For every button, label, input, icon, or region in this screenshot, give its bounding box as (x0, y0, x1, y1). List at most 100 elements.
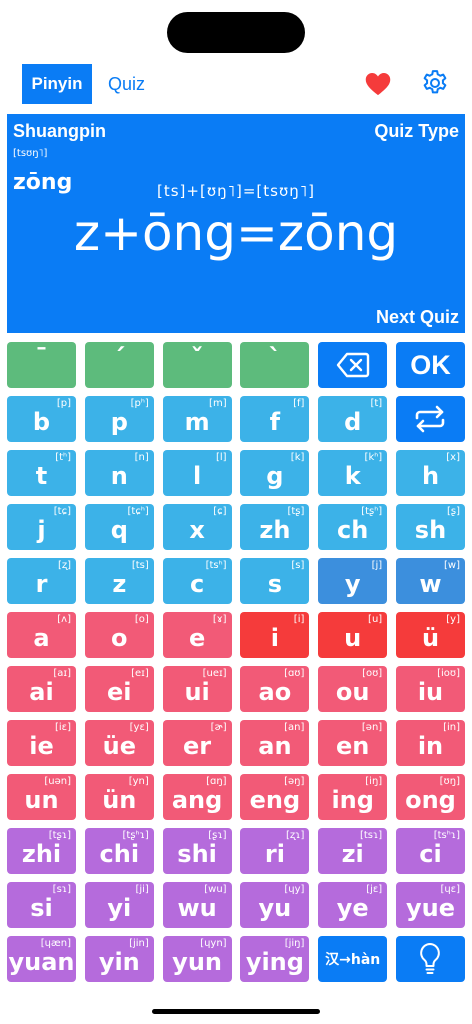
key-l[interactable]: l [l] (162, 450, 232, 496)
key-en[interactable]: en [ən] (318, 720, 388, 766)
key-zhi[interactable]: zhi [tʂɿ] (7, 828, 76, 874)
key-iu[interactable]: iu [ioʊ] (395, 666, 465, 712)
key-ve[interactable]: üe [yɛ] (84, 720, 154, 766)
key-ai[interactable]: ai [aɪ] (7, 666, 76, 712)
key-label: yue (405, 894, 455, 922)
key-p[interactable]: p [pʰ] (84, 396, 154, 442)
key-label: ong (405, 786, 456, 814)
key-label: yu (258, 894, 292, 922)
key-zi[interactable]: zi [tsɿ] (318, 828, 388, 874)
key-ipa: [in] (443, 722, 460, 733)
key-wu[interactable]: wu [wu] (162, 882, 232, 928)
ok-button[interactable]: OK (395, 342, 465, 388)
heart-icon[interactable] (364, 70, 392, 98)
key-an[interactable]: an [an] (240, 720, 310, 766)
hanzi-convert-button[interactable]: 汉→hàn (318, 936, 388, 982)
key-ipa: [ɚ] (210, 722, 227, 733)
key-a[interactable]: a [ʌ] (7, 612, 76, 658)
key-c[interactable]: c [tsʰ] (162, 558, 232, 604)
key-tone-2[interactable]: ˊ (84, 342, 154, 388)
key-q[interactable]: q [tɕʰ] (84, 504, 154, 550)
key-tone-4[interactable]: ˋ (240, 342, 310, 388)
key-ri[interactable]: ri [ʐɿ] (240, 828, 310, 874)
key-r[interactable]: r [ʐ] (7, 558, 76, 604)
key-zh[interactable]: zh [tʂ] (240, 504, 310, 550)
key-d[interactable]: d [t] (318, 396, 388, 442)
key-ou[interactable]: ou [oʊ] (318, 666, 388, 712)
key-ao[interactable]: ao [ɑʊ] (240, 666, 310, 712)
key-label: g (266, 462, 284, 490)
key-in[interactable]: in [in] (395, 720, 465, 766)
tab-quiz[interactable]: Quiz (108, 64, 168, 104)
key-label: ri (264, 840, 285, 868)
key-ui[interactable]: ui [ueɪ] (162, 666, 232, 712)
key-y[interactable]: y [j] (318, 558, 388, 604)
key-x[interactable]: x [ɕ] (162, 504, 232, 550)
keyboard-row: ai [aɪ] ei [eɪ] ui [ueɪ] ao [ɑʊ] ou [oʊ] iu [ioʊ] (7, 666, 465, 712)
key-yun[interactable]: yun [ɥyn] (162, 936, 232, 982)
key-ie[interactable]: ie [iɛ] (7, 720, 76, 766)
key-eng[interactable]: eng [əŋ] (240, 774, 310, 820)
key-e[interactable]: e [ɤ] (162, 612, 232, 658)
key-yuan[interactable]: yuan [ɥæn] (7, 936, 76, 982)
key-ing[interactable]: ing [iŋ] (318, 774, 388, 820)
mode-label[interactable]: Shuangpin (13, 121, 106, 142)
backspace-button[interactable] (318, 342, 388, 388)
key-j[interactable]: j [tɕ] (7, 504, 76, 550)
key-h[interactable]: h [x] (395, 450, 465, 496)
key-un[interactable]: un [uən] (7, 774, 76, 820)
key-er[interactable]: er [ɚ] (162, 720, 232, 766)
key-si[interactable]: si [sɿ] (7, 882, 76, 928)
key-label: h (421, 462, 440, 490)
key-ying[interactable]: ying [jiŋ] (240, 936, 310, 982)
key-yue[interactable]: yue [ɥɛ] (395, 882, 465, 928)
key-sh[interactable]: sh [ʂ] (395, 504, 465, 550)
key-m[interactable]: m [m] (162, 396, 232, 442)
key-ipa: [ɤ] (212, 614, 227, 625)
key-v[interactable]: ü [y] (395, 612, 465, 658)
key-vn[interactable]: ün [yn] (84, 774, 154, 820)
key-label: ing (331, 786, 374, 814)
key-ipa: [tʂɿ] (48, 830, 71, 841)
swap-button[interactable] (395, 396, 465, 442)
key-ipa: [ioʊ] (437, 668, 460, 679)
gear-icon[interactable] (420, 68, 450, 98)
next-quiz-button[interactable]: Next Quiz (376, 307, 459, 328)
key-s[interactable]: s [s] (240, 558, 310, 604)
key-yin[interactable]: yin [jin] (84, 936, 154, 982)
key-o[interactable]: o [o] (84, 612, 154, 658)
key-ch[interactable]: ch [tʂʰ] (318, 504, 388, 550)
key-tone-3[interactable]: ˇ (162, 342, 232, 388)
key-shi[interactable]: shi [ʂɿ] (162, 828, 232, 874)
quiz-type-button[interactable]: Quiz Type (374, 121, 459, 142)
key-label: ˇ (190, 344, 204, 374)
key-label: chi (99, 840, 140, 868)
key-yi[interactable]: yi [ji] (84, 882, 154, 928)
key-u[interactable]: u [u] (318, 612, 388, 658)
key-ipa: [sɿ] (52, 884, 71, 895)
key-n[interactable]: n [n] (84, 450, 154, 496)
hint-button[interactable] (395, 936, 465, 982)
key-i[interactable]: i [i] (240, 612, 310, 658)
key-t[interactable]: t [tʰ] (7, 450, 76, 496)
key-b[interactable]: b [p] (7, 396, 76, 442)
key-ci[interactable]: ci [tsʰɿ] (395, 828, 465, 874)
quiz-display-panel: Shuangpin [tsʊŋ˥] zōng Quiz Type [ts]+[ʊ… (7, 114, 465, 333)
key-label: ˊ (112, 344, 126, 374)
key-ang[interactable]: ang [ɑŋ] (162, 774, 232, 820)
key-ei[interactable]: ei [eɪ] (84, 666, 154, 712)
key-k[interactable]: k [kʰ] (318, 450, 388, 496)
key-ye[interactable]: ye [jɛ] (318, 882, 388, 928)
key-f[interactable]: f [f] (240, 396, 310, 442)
tab-pinyin[interactable]: Pinyin (22, 64, 92, 104)
key-yu[interactable]: yu [ɥy] (240, 882, 310, 928)
key-tone-1[interactable]: ˉ (7, 342, 76, 388)
key-ipa: [an] (284, 722, 305, 733)
key-g[interactable]: g [k] (240, 450, 310, 496)
key-chi[interactable]: chi [tʂʰɿ] (84, 828, 154, 874)
key-ong[interactable]: ong [ʊŋ] (395, 774, 465, 820)
key-z[interactable]: z [ts] (84, 558, 154, 604)
key-w[interactable]: w [w] (395, 558, 465, 604)
key-label: ai (29, 678, 54, 706)
key-label: p (110, 408, 128, 436)
